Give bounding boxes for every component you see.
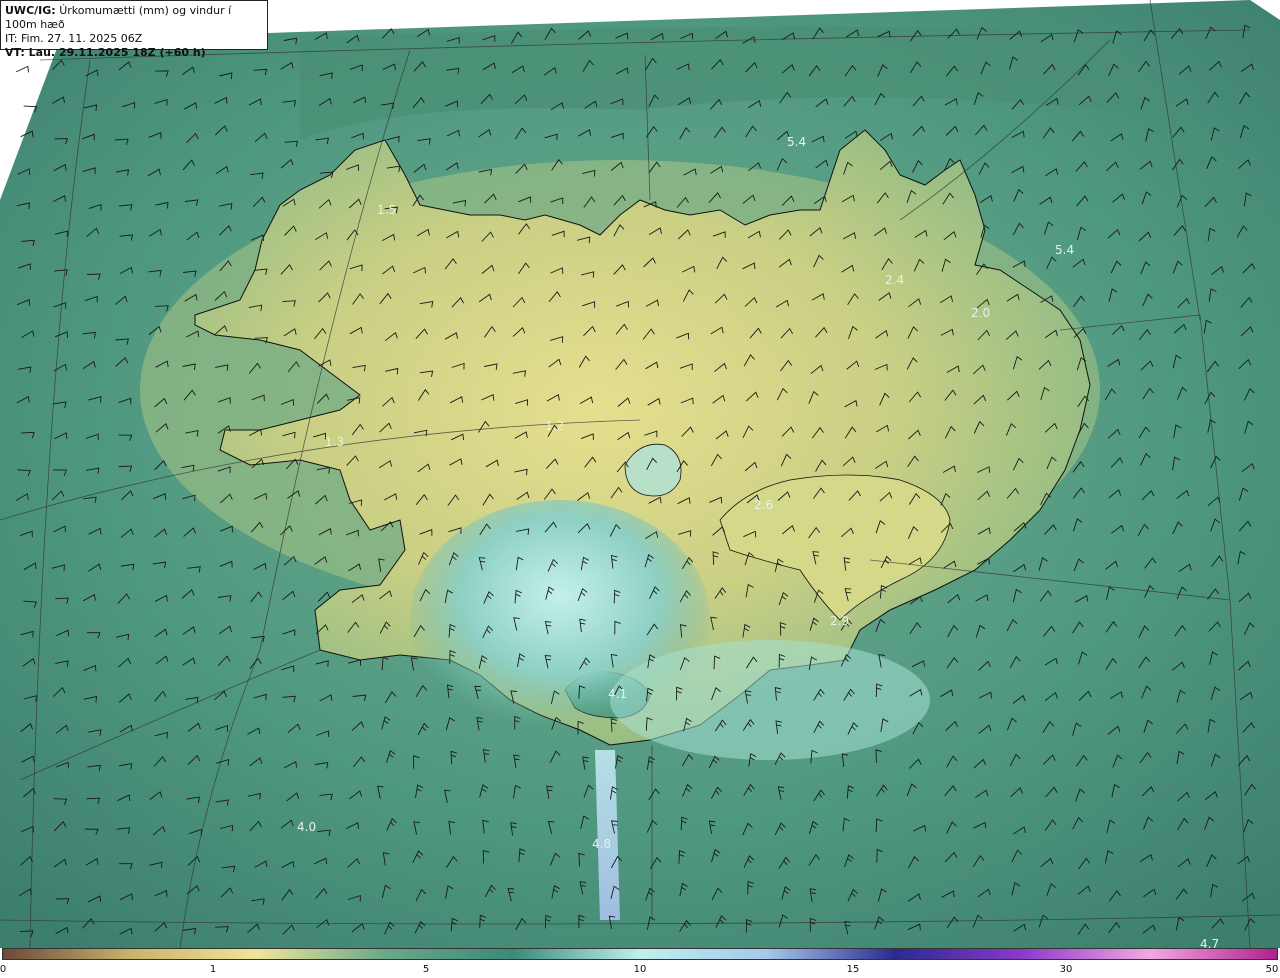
colorbar-gradient — [2, 948, 1278, 960]
value-label: 2.9 — [830, 614, 849, 628]
colorbar-tick-label: 30 — [1059, 964, 1073, 975]
model-name: UWC/IG: — [5, 4, 56, 17]
colorbar-tick-label: 5 — [422, 964, 430, 975]
value-label: 1.2 — [545, 419, 564, 433]
valid-time: VT: Lau. 29.11.2025 18Z (+60 h) — [5, 46, 206, 59]
value-label: 4.0 — [297, 820, 316, 834]
value-label: 2.0 — [971, 306, 990, 320]
colorbar-tick-label: 0 — [0, 964, 7, 975]
value-label: 2.4 — [885, 273, 904, 287]
value-label: 4.1 — [608, 687, 627, 701]
value-label: 1.5 — [377, 203, 396, 217]
value-label: 4.7 — [1200, 937, 1219, 948]
colorbar-tick-label: 1 — [209, 964, 217, 975]
value-label: 5.4 — [1055, 243, 1074, 257]
colorbar-tick-label: 15 — [846, 964, 860, 975]
precipitation-wind-map: 5.4 5.4 2.4 2.0 2.6 2.9 4.1 4.0 4.7 1.5 … — [0, 0, 1280, 951]
map-info-box: UWC/IG: Úrkomumætti (mm) og vindur í 100… — [0, 0, 268, 59]
value-label: 2.6 — [754, 498, 773, 512]
precip-plume-east — [610, 640, 930, 760]
issue-time: IT: Fim. 27. 11. 2025 06Z — [5, 32, 143, 45]
map-canvas: 5.4 5.4 2.4 2.0 2.6 2.9 4.1 4.0 4.7 1.5 … — [0, 0, 1280, 951]
value-label: 4.8 — [592, 837, 611, 851]
colorbar: 0 1 5 10 15 30 50 — [0, 948, 1280, 978]
colorbar-tick-label: 10 — [633, 964, 647, 975]
map-title-line: UWC/IG: Úrkomumætti (mm) og vindur í 100… — [5, 4, 263, 32]
colorbar-tick-label: 50 — [1265, 964, 1279, 975]
value-label: 5.4 — [787, 135, 806, 149]
value-label: 1.3 — [325, 435, 344, 449]
